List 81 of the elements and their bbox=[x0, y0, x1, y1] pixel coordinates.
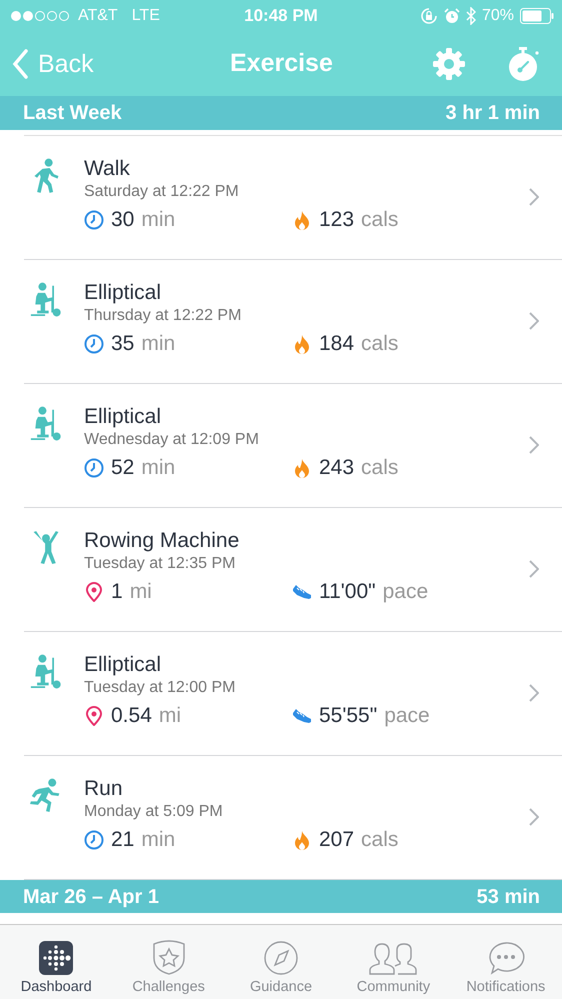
section-total: 3 hr 1 min bbox=[446, 102, 540, 124]
exercise-time: Thursday at 12:22 PM bbox=[84, 307, 242, 325]
exercise-time: Tuesday at 12:00 PM bbox=[84, 679, 236, 697]
chevron-right-icon bbox=[529, 808, 539, 826]
chevron-right-icon bbox=[529, 436, 539, 454]
stat-unit: cals bbox=[361, 828, 398, 852]
exercise-name: Elliptical bbox=[84, 653, 162, 677]
exercise-row[interactable]: Elliptical Tuesday at 12:00 PM 0.54 mi 55'55" pace bbox=[24, 632, 562, 756]
exercise-name: Rowing Machine bbox=[84, 529, 240, 553]
exercise-time: Saturday at 12:22 PM bbox=[84, 183, 240, 201]
stat-value: 11'00" bbox=[319, 580, 376, 604]
stat-value: 207 bbox=[319, 828, 354, 852]
battery-percent: 70% bbox=[482, 7, 514, 25]
stat-value: 55'55" bbox=[319, 704, 378, 728]
stat-value: 184 bbox=[319, 332, 354, 356]
carrier-name: AT&T bbox=[78, 7, 118, 25]
signal-icon bbox=[10, 10, 72, 22]
shoe-icon bbox=[292, 582, 312, 602]
clock-icon bbox=[84, 334, 104, 354]
stat-value: 123 bbox=[319, 208, 354, 232]
flame-icon bbox=[292, 334, 312, 354]
map-pin-icon bbox=[84, 706, 104, 726]
screen-title: Exercise bbox=[230, 49, 333, 78]
stat-value: 243 bbox=[319, 456, 354, 480]
stat-value: 52 bbox=[111, 456, 134, 480]
back-chevron-icon bbox=[12, 49, 28, 79]
elliptical-machine-icon bbox=[30, 282, 62, 318]
exercise-time: Wednesday at 12:09 PM bbox=[84, 431, 260, 449]
exercise-name: Run bbox=[84, 777, 124, 801]
stat-unit: min bbox=[141, 332, 176, 356]
flame-icon bbox=[292, 210, 312, 230]
exercise-row[interactable]: Rowing Machine Tuesday at 12:35 PM 1 mi 11'00" pace bbox=[24, 508, 562, 632]
alarm-icon bbox=[444, 8, 460, 24]
section-title: Mar 26 – Apr 1 bbox=[23, 886, 159, 908]
stat-unit: cals bbox=[361, 332, 398, 356]
battery-icon bbox=[520, 8, 554, 24]
stopwatch-icon[interactable] bbox=[506, 46, 540, 82]
stat-value: 1 bbox=[111, 580, 123, 604]
network-type: LTE bbox=[132, 7, 160, 25]
stat-unit: pace bbox=[384, 704, 430, 728]
flame-icon bbox=[292, 830, 312, 850]
exercise-time: Monday at 5:09 PM bbox=[84, 803, 224, 821]
shoe-icon bbox=[292, 706, 312, 726]
rotation-lock-icon bbox=[420, 7, 438, 25]
stat-unit: cals bbox=[361, 456, 398, 480]
chevron-right-icon bbox=[529, 188, 539, 206]
clock-icon bbox=[84, 210, 104, 230]
exercise-row[interactable]: Elliptical Thursday at 12:22 PM 35 min 184 cals bbox=[24, 260, 562, 384]
stat-unit: mi bbox=[130, 580, 152, 604]
exercise-row[interactable]: Elliptical Wednesday at 12:09 PM 52 min 243 cals bbox=[24, 384, 562, 508]
tab-button[interactable]: Dashboard bbox=[0, 925, 112, 999]
clock-icon bbox=[84, 830, 104, 850]
bluetooth-icon bbox=[466, 7, 476, 25]
stat-unit: mi bbox=[158, 704, 182, 728]
chevron-right-icon bbox=[529, 312, 539, 330]
stat-value: 0.54 bbox=[111, 704, 152, 728]
flame-icon bbox=[292, 458, 312, 478]
exercise-name: Elliptical bbox=[84, 405, 162, 429]
exercise-name: Walk bbox=[84, 157, 131, 181]
stat-unit: cals bbox=[361, 208, 398, 232]
stat-value: 21 bbox=[111, 828, 134, 852]
section-title: Last Week bbox=[23, 102, 122, 124]
clock-icon bbox=[84, 458, 104, 478]
stat-value: 35 bbox=[111, 332, 134, 356]
running-figure-icon bbox=[30, 778, 62, 814]
elliptical-machine-icon bbox=[30, 406, 62, 442]
chevron-right-icon bbox=[529, 684, 539, 702]
settings-icon[interactable] bbox=[432, 47, 466, 81]
stat-unit: min bbox=[141, 828, 176, 852]
stat-unit: min bbox=[141, 456, 176, 480]
exercise-time: Tuesday at 12:35 PM bbox=[84, 555, 236, 573]
exercise-row[interactable]: Walk Saturday at 12:22 PM 30 min 123 cals bbox=[24, 136, 562, 260]
stat-unit: min bbox=[141, 208, 176, 232]
stat-unit: pace bbox=[382, 580, 428, 604]
map-pin-icon bbox=[84, 582, 104, 602]
section-total: 53 min bbox=[476, 886, 540, 908]
elliptical-machine-icon bbox=[30, 654, 62, 690]
clock-time: 10:48 PM bbox=[243, 6, 319, 26]
stat-value: 30 bbox=[111, 208, 134, 232]
exercise-name: Elliptical bbox=[84, 281, 162, 305]
chevron-right-icon bbox=[529, 560, 539, 578]
